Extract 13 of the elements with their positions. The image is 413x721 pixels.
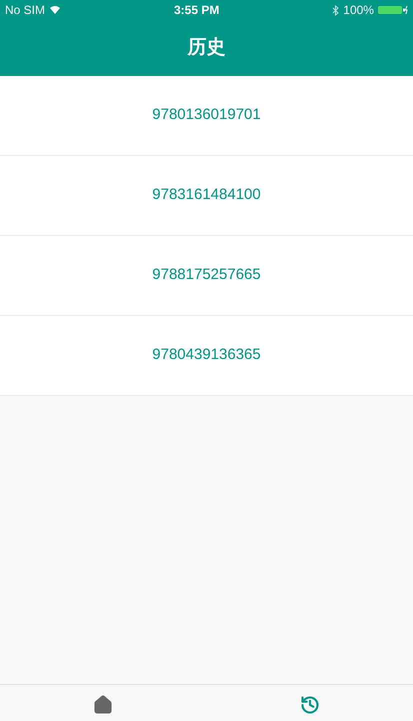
battery-icon bbox=[378, 5, 408, 15]
battery-percent: 100% bbox=[343, 2, 374, 19]
wifi-icon bbox=[49, 5, 62, 15]
bluetooth-icon bbox=[332, 4, 340, 16]
home-icon bbox=[93, 695, 114, 715]
history-item[interactable]: 9783161484100 bbox=[0, 156, 413, 236]
history-icon bbox=[300, 695, 320, 715]
header-title: 历史 bbox=[188, 36, 226, 60]
history-item[interactable]: 9780136019701 bbox=[0, 76, 413, 156]
carrier-label: No SIM bbox=[5, 2, 46, 19]
clock-time: 3:55 PM bbox=[174, 2, 220, 19]
history-item[interactable]: 9780439136365 bbox=[0, 316, 413, 396]
history-item[interactable]: 9788175257665 bbox=[0, 236, 413, 316]
